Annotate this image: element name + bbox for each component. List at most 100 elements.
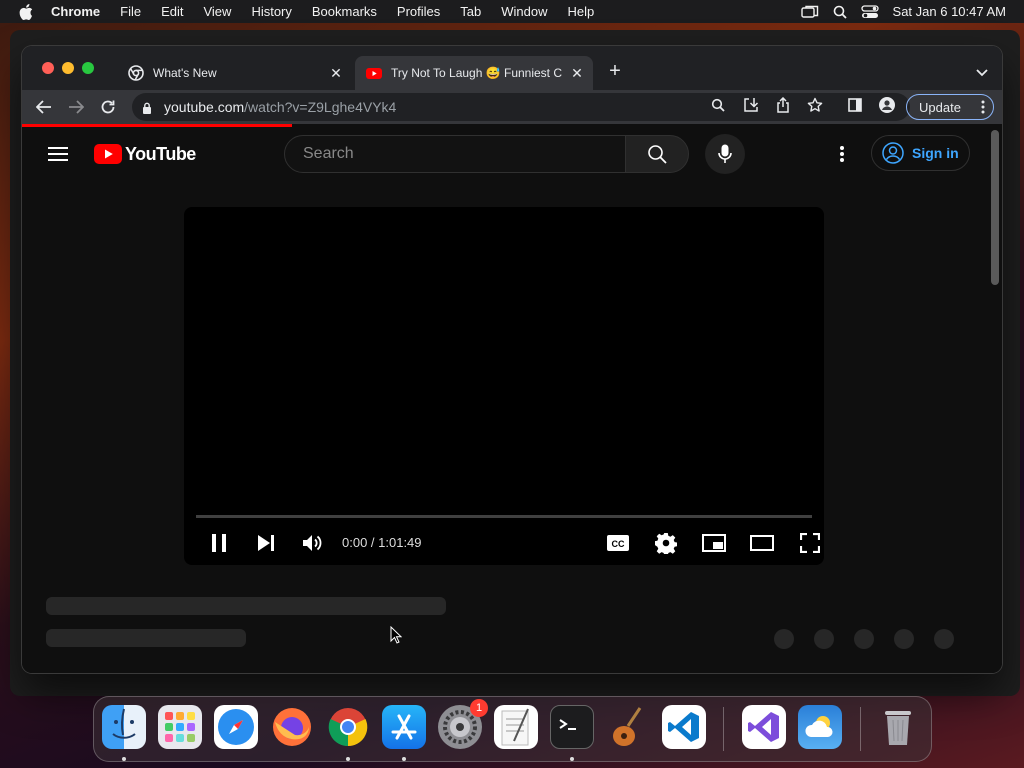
- volume-button[interactable]: [299, 529, 327, 557]
- video-player[interactable]: 0:00 / 1:01:49 CC: [184, 207, 824, 565]
- zoom-window-button[interactable]: [82, 62, 94, 74]
- fullscreen-icon: [800, 533, 820, 553]
- zoom-search-icon[interactable]: [710, 97, 726, 113]
- new-tab-button[interactable]: +: [606, 61, 624, 81]
- spotlight-search-icon[interactable]: [833, 5, 847, 19]
- dock-terminal[interactable]: [550, 705, 594, 749]
- menu-file[interactable]: File: [120, 4, 141, 19]
- back-icon[interactable]: [34, 97, 54, 117]
- hamburger-menu-icon[interactable]: [48, 146, 68, 162]
- chrome-menu-kebab-icon[interactable]: [981, 100, 985, 114]
- dock-chrome[interactable]: [326, 705, 370, 749]
- fullscreen-button[interactable]: [796, 529, 824, 557]
- minimize-window-button[interactable]: [62, 62, 74, 74]
- install-app-icon[interactable]: [743, 97, 759, 113]
- volume-icon: [303, 535, 322, 551]
- update-chrome-button[interactable]: Update: [906, 94, 994, 120]
- trash-icon: [885, 711, 911, 745]
- control-center-icon[interactable]: [860, 4, 879, 19]
- menu-window[interactable]: Window: [501, 4, 547, 19]
- dock-weather[interactable]: [798, 705, 842, 749]
- dock-visual-studio[interactable]: [742, 705, 786, 749]
- subtitles-button[interactable]: CC: [604, 529, 632, 557]
- theater-mode-button[interactable]: [748, 529, 776, 557]
- menu-app-name[interactable]: Chrome: [51, 4, 100, 19]
- close-tab-icon[interactable]: ✕: [328, 65, 344, 81]
- dock-finder[interactable]: [102, 705, 146, 749]
- dock-safari[interactable]: [214, 705, 258, 749]
- youtube-logo[interactable]: YouTube: [94, 144, 196, 164]
- profile-avatar-icon[interactable]: [879, 97, 895, 113]
- running-indicator: [122, 757, 126, 761]
- vscode-icon: [668, 712, 699, 742]
- tab-search-chevron-icon[interactable]: [976, 64, 988, 77]
- dock-firefox[interactable]: [270, 705, 314, 749]
- dock-trash[interactable]: [876, 705, 920, 749]
- tab-strip: What's New ✕ Try Not To Laugh 😅 Funniest…: [22, 46, 1002, 90]
- pause-icon: [212, 534, 226, 552]
- reload-icon[interactable]: [98, 97, 118, 117]
- progress-scrubber[interactable]: [196, 515, 812, 518]
- firefox-icon: [273, 708, 311, 746]
- menu-edit[interactable]: Edit: [161, 4, 183, 19]
- tab-youtube-video[interactable]: Try Not To Laugh 😅 Funniest C ✕: [355, 56, 593, 90]
- dock-system-settings[interactable]: 1: [438, 699, 488, 749]
- visual-studio-icon: [748, 712, 779, 742]
- tab-whats-new[interactable]: What's New ✕: [117, 56, 352, 90]
- dock-app-store[interactable]: [382, 705, 426, 749]
- channel-placeholder: [46, 629, 246, 647]
- settings-button[interactable]: [652, 529, 680, 557]
- lock-icon[interactable]: [142, 101, 152, 114]
- sign-in-button[interactable]: Sign in: [871, 135, 970, 171]
- dock-launchpad[interactable]: [158, 705, 202, 749]
- browser-toolbar: youtube.com/watch?v=Z9Lghe4VYk4 Update: [22, 90, 1002, 124]
- action-placeholder: [934, 629, 954, 649]
- dock-garageband[interactable]: [606, 705, 650, 749]
- settings-kebab-icon[interactable]: [837, 144, 847, 164]
- action-placeholder: [814, 629, 834, 649]
- scrollbar-thumb[interactable]: [991, 130, 999, 285]
- launchpad-grid-icon: [165, 712, 195, 742]
- closed-captions-icon: CC: [607, 535, 629, 551]
- url-host: youtube.com: [164, 99, 245, 115]
- screen-mirroring-icon[interactable]: [800, 5, 819, 19]
- menu-view[interactable]: View: [203, 4, 231, 19]
- pause-button[interactable]: [205, 529, 233, 557]
- menu-profiles[interactable]: Profiles: [397, 4, 440, 19]
- menu-tab[interactable]: Tab: [460, 4, 481, 19]
- apple-menu-icon[interactable]: [19, 3, 33, 20]
- dock-textedit[interactable]: [494, 705, 538, 749]
- bookmark-star-icon[interactable]: [807, 97, 823, 113]
- running-indicator: [346, 757, 350, 761]
- finder-icon: [112, 708, 136, 739]
- account-circle-icon: [882, 142, 904, 164]
- search-input[interactable]: [301, 144, 605, 164]
- miniplayer-button[interactable]: [700, 529, 728, 557]
- page-scrollbar[interactable]: [988, 127, 1002, 673]
- miniplayer-icon: [702, 534, 726, 552]
- share-icon[interactable]: [775, 97, 791, 113]
- youtube-logo-text: YouTube: [125, 143, 196, 164]
- theater-mode-icon: [750, 535, 774, 551]
- menubar-clock[interactable]: Sat Jan 6 10:47 AM: [893, 4, 1006, 19]
- next-button[interactable]: [252, 529, 280, 557]
- menu-history[interactable]: History: [251, 4, 291, 19]
- side-panel-icon[interactable]: [847, 97, 863, 113]
- action-placeholder: [894, 629, 914, 649]
- chrome-icon: [328, 708, 368, 747]
- close-tab-icon[interactable]: ✕: [569, 65, 585, 81]
- forward-icon[interactable]: [66, 97, 86, 117]
- tab-title: Try Not To Laugh 😅 Funniest C: [391, 66, 563, 80]
- menu-bookmarks[interactable]: Bookmarks: [312, 4, 377, 19]
- search-button[interactable]: [625, 135, 689, 173]
- dock-vscode[interactable]: [662, 705, 706, 749]
- running-indicator: [402, 757, 406, 761]
- dock-separator: [723, 707, 724, 751]
- video-time: 0:00 / 1:01:49: [342, 535, 422, 550]
- gear-icon: [655, 533, 677, 554]
- voice-search-button[interactable]: [705, 134, 745, 174]
- close-window-button[interactable]: [42, 62, 54, 74]
- address-bar[interactable]: youtube.com/watch?v=Z9Lghe4VYk4: [132, 93, 910, 121]
- menu-help[interactable]: Help: [568, 4, 595, 19]
- title-placeholder: [46, 597, 446, 615]
